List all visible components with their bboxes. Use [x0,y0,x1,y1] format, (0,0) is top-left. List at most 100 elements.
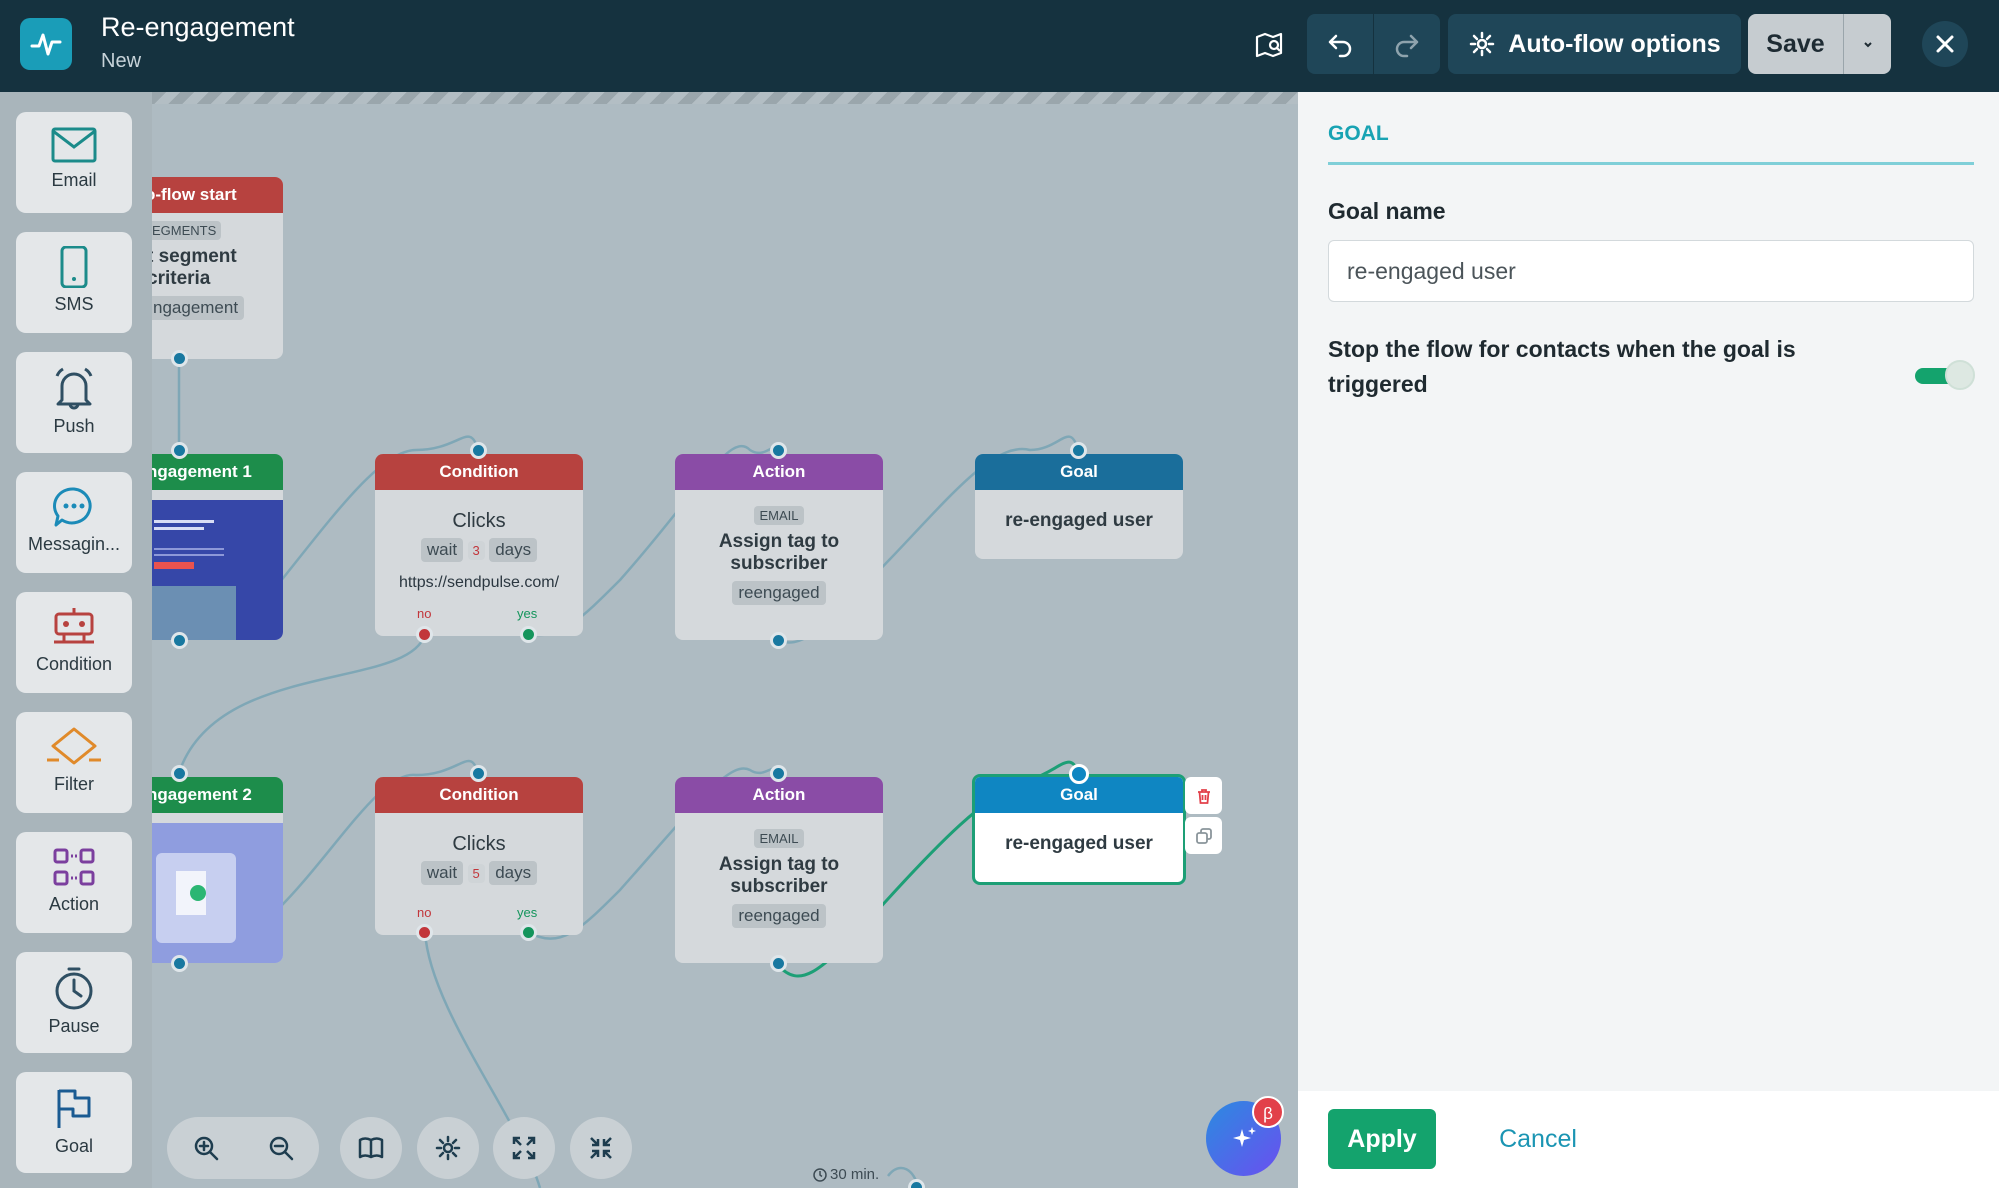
connector-dot[interactable] [470,442,487,459]
close-icon [1936,35,1954,53]
tool-push[interactable]: Push [16,352,132,453]
canvas-settings-button[interactable] [417,1117,479,1179]
goal-node-2-selected[interactable]: Goal re-engaged user [972,774,1186,885]
envelope-icon [51,127,97,163]
condition-node-2-header: Condition [375,777,583,813]
tool-email[interactable]: Email [16,112,132,213]
start-node-line-2: criteria [147,268,211,289]
clock-icon [813,1167,827,1182]
delete-node-button[interactable] [1185,777,1222,814]
bell-icon [55,367,93,410]
settings-icon [435,1135,461,1161]
tool-action[interactable]: Action [16,832,132,933]
beta-badge: β [1252,1096,1284,1128]
action-1-tag: EMAIL [754,506,804,525]
action-node-2[interactable]: Action EMAIL Assign tag to subscriber re… [675,777,883,963]
redo-icon [1395,34,1419,58]
duplicate-node-button[interactable] [1185,817,1222,854]
auto-flow-options-label: Auto-flow options [1508,29,1721,58]
action-node-1[interactable]: Action EMAIL Assign tag to subscriber re… [675,454,883,640]
save-button-group: Save [1748,14,1891,74]
panel-section-title: GOAL [1328,122,1389,145]
goal-name-input[interactable] [1328,240,1974,302]
condition-1-yes-label: yes [517,606,538,621]
connector-dot[interactable] [1070,442,1087,459]
segments-tag: EGMENTS [147,221,222,240]
tool-condition-label: Condition [35,654,113,674]
connector-dot[interactable] [470,765,487,782]
connector-dot[interactable] [770,442,787,459]
close-button[interactable] [1922,21,1968,67]
condition-icon [54,608,94,644]
start-node-line-1: t segment [147,246,237,267]
connector-dot-yes[interactable] [520,924,537,941]
tool-filter[interactable]: Filter [16,712,132,813]
connector-dot[interactable] [171,955,188,972]
action-1-chip: reengaged [732,581,826,605]
panel-footer: Apply Cancel [1298,1091,1999,1188]
chevron-down-icon [1863,42,1872,48]
action-icon [53,848,95,886]
stopwatch-icon [55,967,93,1010]
collapse-button[interactable] [570,1117,632,1179]
expand-button[interactable] [493,1117,555,1179]
tool-push-label: Push [53,416,95,436]
apply-button[interactable]: Apply [1328,1109,1436,1169]
trash-icon [1197,788,1210,804]
goal-settings-panel: GOAL Goal name Stop the flow for contact… [1298,92,1999,1188]
cancel-button[interactable]: Cancel [1478,1109,1598,1169]
connector-dot[interactable] [171,765,188,782]
redo-button[interactable] [1374,14,1440,74]
undo-icon [1328,34,1352,58]
connector-dot[interactable] [770,632,787,649]
zoom-out-button[interactable] [250,1117,312,1179]
tool-messaging[interactable]: Messagin... [16,472,132,573]
element-toolbox: Email SMS Push Messagin... Condition Fil… [0,92,152,1188]
condition-2-wait-num: 5 [467,864,485,883]
connector-dot[interactable] [171,632,188,649]
tool-messaging-label: Messagin... [27,534,121,554]
undo-button[interactable] [1307,14,1373,74]
action-node-2-header: Action [675,777,883,813]
condition-node-1[interactable]: Condition Clicks wait 3 days https://sen… [375,454,583,636]
collapse-icon [590,1137,612,1159]
connector-dot[interactable] [770,955,787,972]
condition-2-wait-unit: days [489,861,538,885]
tool-filter-label: Filter [54,774,94,794]
goal-node-2-text: re-engaged user [1005,833,1153,854]
connector-dot[interactable] [770,765,787,782]
expand-icon [512,1136,536,1160]
action-1-line-1: Assign tag to [718,531,840,552]
zoom-in-button[interactable] [175,1117,237,1179]
connector-dot-selected[interactable] [1069,764,1089,784]
save-button[interactable]: Save [1748,14,1843,74]
save-options-dropdown[interactable] [1843,14,1891,74]
gear-icon [1470,31,1495,57]
tool-goal[interactable]: Goal [16,1072,132,1173]
action-2-line-1: Assign tag to [718,854,840,875]
connector-dot-yes[interactable] [520,626,537,643]
auto-flow-options-button[interactable]: Auto-flow options [1448,14,1741,74]
connector-dot[interactable] [171,442,188,459]
tool-sms[interactable]: SMS [16,232,132,333]
connector-dot-no[interactable] [416,626,433,643]
goal-node-1[interactable]: Goal re-engaged user [975,454,1183,559]
goal-node-1-header: Goal [975,454,1183,490]
action-2-tag: EMAIL [754,829,804,848]
copy-icon [1195,827,1212,844]
zoom-in-icon [194,1136,219,1161]
condition-node-2[interactable]: Condition Clicks wait 5 days no yes [375,777,583,935]
stop-flow-toggle[interactable] [1915,360,1975,390]
condition-node-1-header: Condition [375,454,583,490]
goal-node-1-text: re-engaged user [1005,510,1153,531]
guide-button[interactable] [340,1117,402,1179]
book-icon [358,1137,384,1159]
tool-email-label: Email [51,170,97,190]
connector-dot-no[interactable] [416,924,433,941]
action-2-chip: reengaged [732,904,826,928]
email-node-2-preview [150,823,283,963]
email-node-1-preview [150,500,283,640]
tool-condition[interactable]: Condition [16,592,132,693]
tool-pause[interactable]: Pause [16,952,132,1053]
connector-dot[interactable] [171,350,188,367]
